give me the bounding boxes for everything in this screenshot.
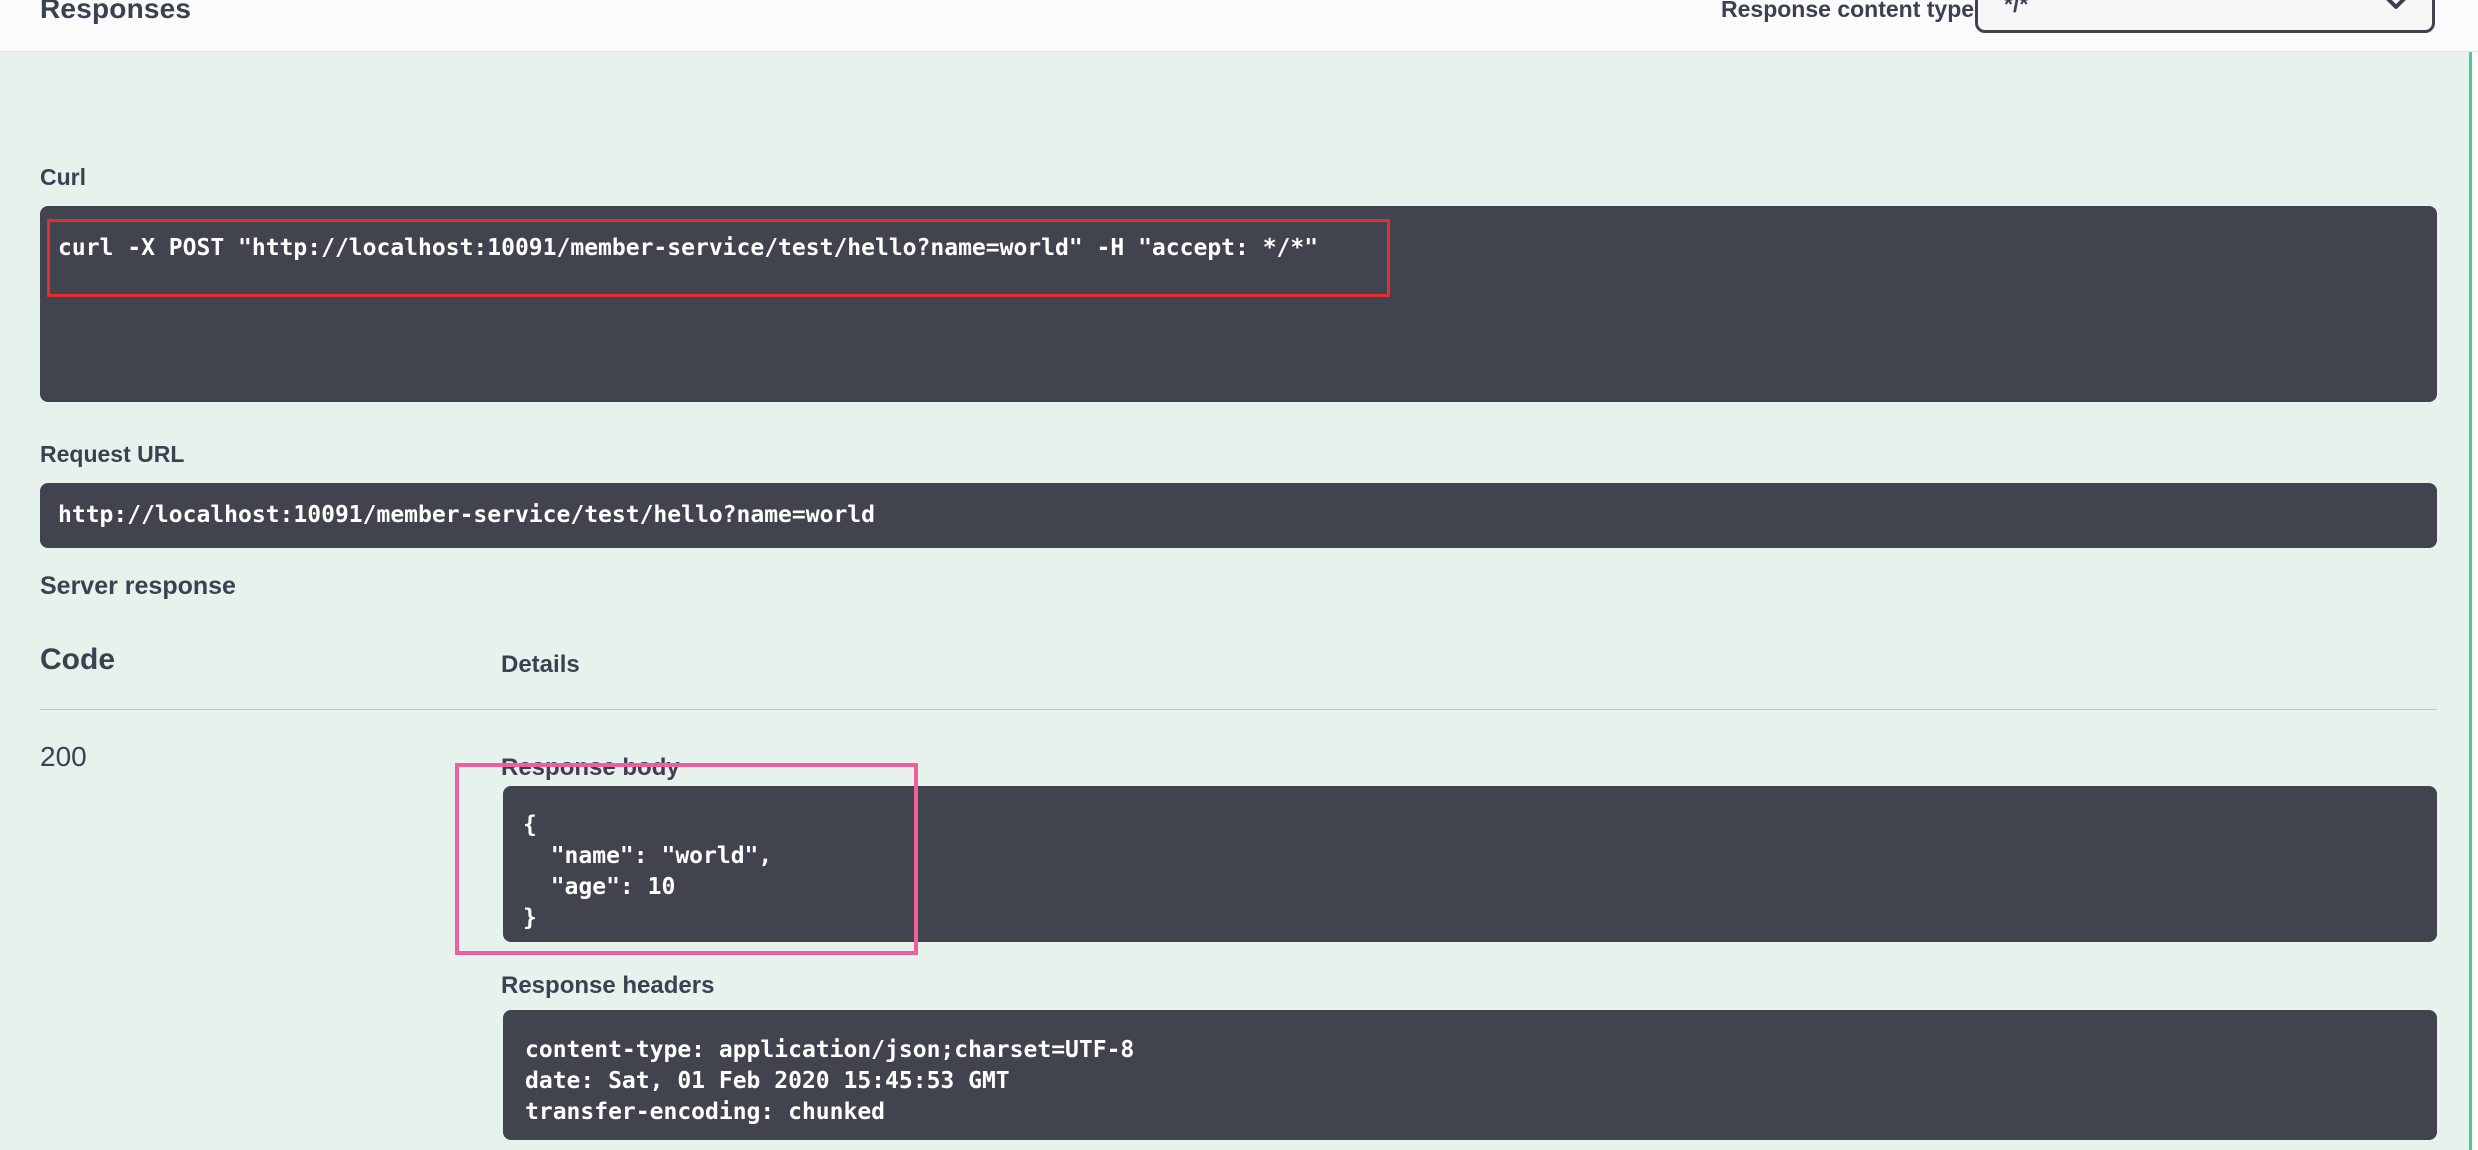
content-type-selected-value: */* xyxy=(2004,0,2028,18)
response-content-type-label: Response content type xyxy=(1721,0,1974,23)
details-column-header: Details xyxy=(501,651,580,679)
response-header-line: content-type: application/json;charset=U… xyxy=(525,1035,2417,1066)
opblock-body-panel: Curl curl -X POST "http://localhost:1009… xyxy=(0,52,2472,1150)
status-code: 200 xyxy=(40,741,87,773)
server-response-label: Server response xyxy=(40,572,236,601)
response-header-line: date: Sat, 01 Feb 2020 15:45:53 GMT xyxy=(525,1066,2417,1097)
response-headers-label: Response headers xyxy=(501,972,714,1000)
curl-label: Curl xyxy=(40,164,86,191)
response-body-highlight-annotation xyxy=(455,763,918,955)
response-header-line: transfer-encoding: chunked xyxy=(525,1097,2417,1128)
chevron-down-icon xyxy=(2382,0,2410,15)
request-url-label: Request URL xyxy=(40,441,184,468)
swagger-responses-screen: Curl curl -X POST "http://localhost:1009… xyxy=(0,0,2478,1150)
request-url-block: http://localhost:10091/member-service/te… xyxy=(40,483,2437,548)
responses-title: Responses xyxy=(40,0,191,25)
curl-highlight-annotation xyxy=(47,219,1390,297)
response-headers-block: content-type: application/json;charset=U… xyxy=(503,1010,2437,1140)
opblock-section-header: Responses Response content type */* xyxy=(0,0,2478,52)
response-content-type-select[interactable]: */* xyxy=(1975,0,2435,33)
request-url-text: http://localhost:10091/member-service/te… xyxy=(58,483,875,548)
response-table-divider xyxy=(40,709,2437,710)
code-column-header: Code xyxy=(40,643,115,677)
